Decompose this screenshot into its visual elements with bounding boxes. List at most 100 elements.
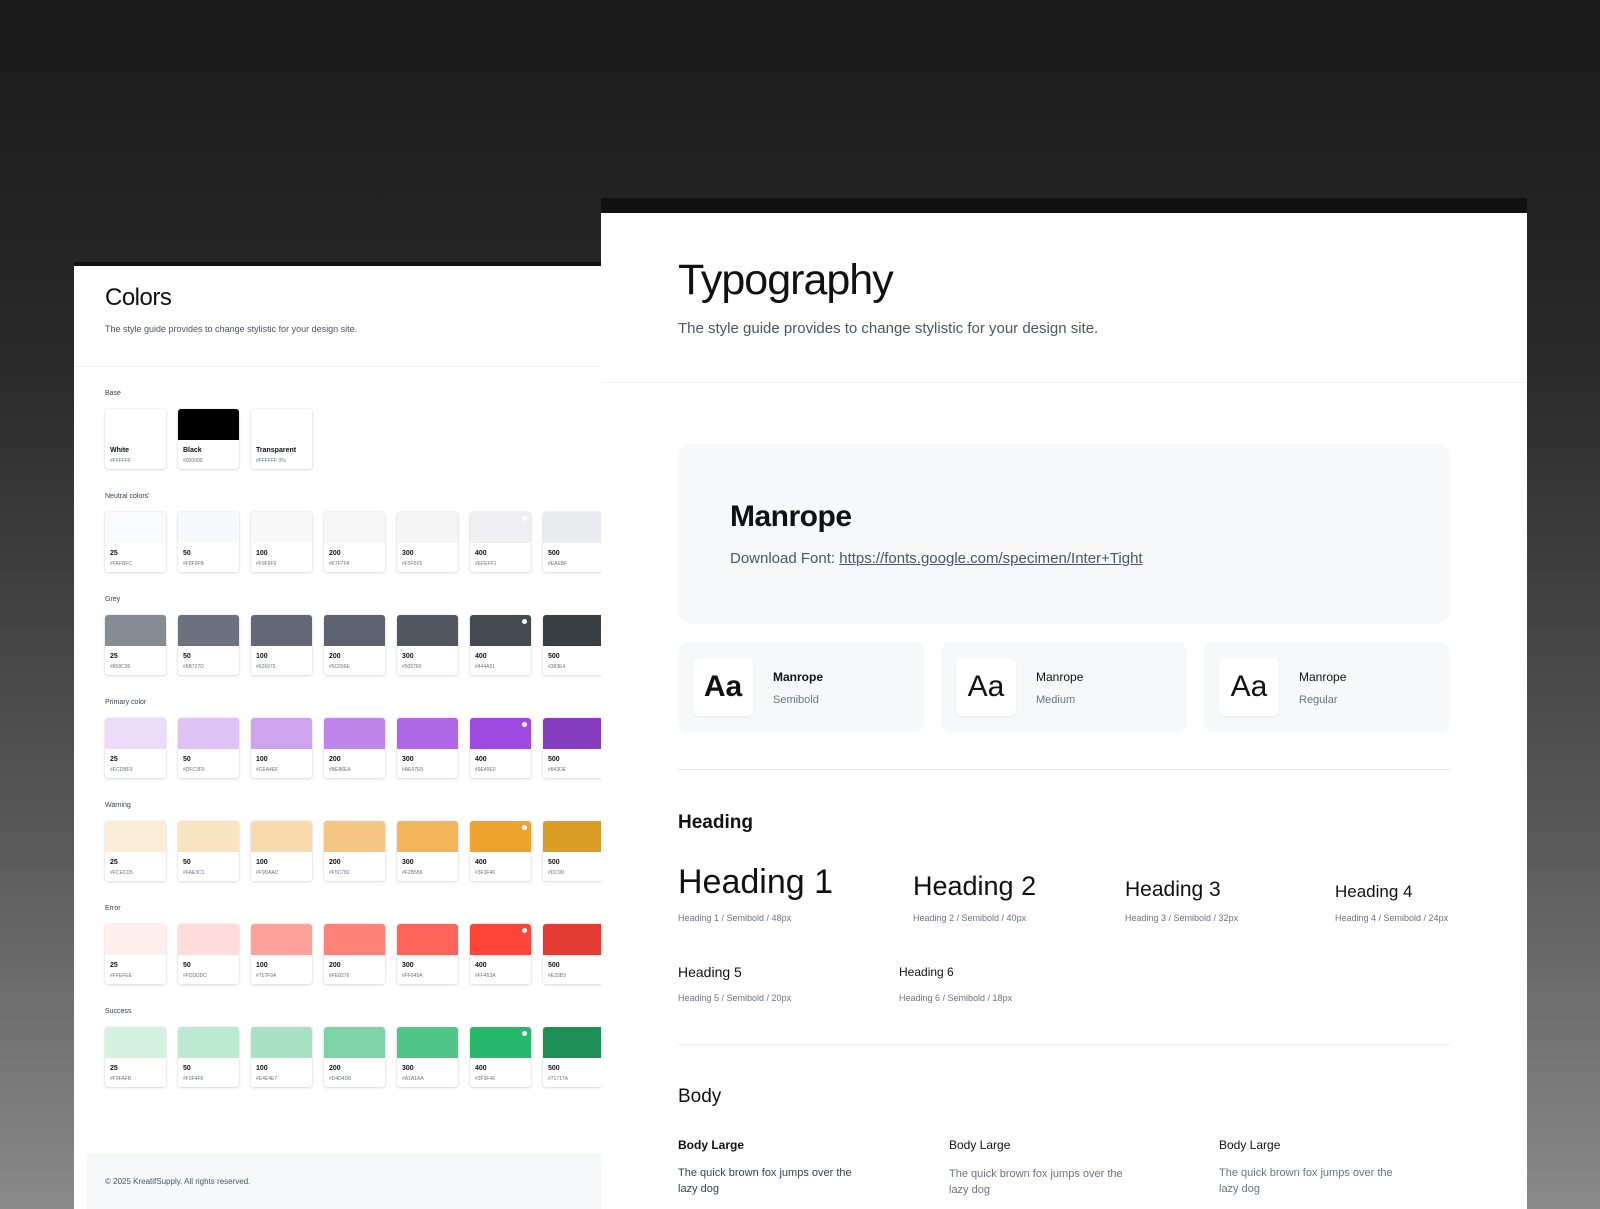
- swatch-hex: #000000: [183, 458, 203, 464]
- color-swatch[interactable]: 300 #A1A1AA: [397, 1027, 458, 1087]
- color-chip: [178, 821, 239, 852]
- color-swatch[interactable]: 50 #FAE3C1: [178, 821, 239, 881]
- color-swatch[interactable]: 100 #F9DAAC: [251, 821, 312, 881]
- color-chip: [105, 409, 166, 440]
- swatch-hex: #AE67E5: [402, 767, 424, 773]
- swatch-name: 500: [548, 1065, 560, 1072]
- color-swatch[interactable]: 400 #9E49E0: [470, 718, 531, 778]
- color-swatch[interactable]: 50 #FDDDDC: [178, 924, 239, 984]
- color-swatch[interactable]: 400 #3F3F46: [470, 821, 531, 881]
- heading-4-meta: Heading 4 / Semibold / 24px: [1335, 913, 1449, 923]
- color-swatch[interactable]: 200 #BE86EA: [324, 718, 385, 778]
- color-swatch[interactable]: 400 #FF453A: [470, 924, 531, 984]
- color-swatch[interactable]: 100 #717F9A: [251, 924, 312, 984]
- swatch-name: White: [110, 447, 130, 454]
- color-chip: [397, 615, 458, 646]
- swatch-hex: #9E49E0: [475, 767, 496, 773]
- divider: [601, 382, 1527, 383]
- color-chip: [251, 924, 312, 955]
- colors-title: Colors: [105, 284, 172, 311]
- color-swatch[interactable]: 200 #FE8276: [324, 924, 385, 984]
- swatch-hex: #FFEFEE: [110, 973, 132, 979]
- weight-card-semibold: Aa Manrope Semibold: [678, 642, 924, 732]
- heading-5-meta: Heading 5 / Semibold / 20px: [678, 993, 792, 1003]
- typography-panel-topbar: [601, 198, 1527, 213]
- color-swatch[interactable]: 400 #444A51: [470, 615, 531, 675]
- swatch-hex: #ECDBF9: [110, 767, 133, 773]
- color-chip: [178, 924, 239, 955]
- color-swatch[interactable]: 25 #F9FAFB: [105, 1027, 166, 1087]
- color-group-label: Success: [105, 1008, 132, 1015]
- color-swatch[interactable]: White #FFFFFF: [105, 409, 166, 469]
- color-swatch[interactable]: 50 #F8F9FB: [178, 512, 239, 572]
- color-chip: [397, 718, 458, 749]
- swatch-hex: #FFFFFF: [110, 458, 132, 464]
- color-swatch[interactable]: 50 #F3F4F6: [178, 1027, 239, 1087]
- color-chip: [397, 821, 458, 852]
- color-swatch[interactable]: 500 #843DE: [543, 718, 604, 778]
- color-swatch[interactable]: 500 #E33B3: [543, 924, 604, 984]
- color-swatch[interactable]: 300 #F5F5F5: [397, 512, 458, 572]
- heading-3-meta: Heading 3 / Semibold / 32px: [1125, 913, 1239, 923]
- color-chip: [251, 615, 312, 646]
- color-chip: [105, 512, 166, 543]
- color-swatch[interactable]: 500 #DC9D: [543, 821, 604, 881]
- swatch-name: 400: [475, 550, 487, 557]
- color-swatch[interactable]: 100 #E4E4E7: [251, 1027, 312, 1087]
- color-swatch[interactable]: 200 #F5C782: [324, 821, 385, 881]
- swatch-hex: #858C95: [110, 664, 131, 670]
- color-swatch[interactable]: Black #000000: [178, 409, 239, 469]
- color-swatch[interactable]: 300 #FF645A: [397, 924, 458, 984]
- swatch-hex: #FCECD5: [110, 870, 133, 876]
- color-swatch[interactable]: 500 #383E4: [543, 615, 604, 675]
- color-swatch[interactable]: 25 #858C95: [105, 615, 166, 675]
- body-large-regular-text: The quick brown fox jumps over the lazy …: [1219, 1167, 1393, 1195]
- color-swatch[interactable]: 25 #FFEFEE: [105, 924, 166, 984]
- swatch-name: 400: [475, 756, 487, 763]
- color-chip: [178, 615, 239, 646]
- color-swatch[interactable]: 200 #5C656E: [324, 615, 385, 675]
- swatch-name: 300: [402, 756, 414, 763]
- color-group-label: Grey: [105, 596, 121, 603]
- font-card: Manrope Download Font: https://fonts.goo…: [678, 444, 1450, 624]
- body-large-medium-text: The quick brown fox jumps over the lazy …: [949, 1168, 1123, 1196]
- color-swatch[interactable]: 200 #F7F7F8: [324, 512, 385, 572]
- color-swatch[interactable]: 50 #DFC3F5: [178, 718, 239, 778]
- swatch-hex: #444A51: [475, 664, 496, 670]
- color-swatch[interactable]: 500 #EAEBF: [543, 512, 604, 572]
- color-swatch[interactable]: 500 #71717A: [543, 1027, 604, 1087]
- color-swatch[interactable]: 400 #EFEFF1: [470, 512, 531, 572]
- swatch-name: 25: [110, 756, 118, 763]
- color-swatch[interactable]: 300 #F2B559: [397, 821, 458, 881]
- font-sample: Aa: [956, 658, 1016, 716]
- color-swatch[interactable]: 100 #F9F9F9: [251, 512, 312, 572]
- swatch-name: 100: [256, 756, 268, 763]
- swatch-name: 300: [402, 962, 414, 969]
- swatch-hex: #3F3F46: [475, 870, 496, 876]
- download-font-link[interactable]: https://fonts.google.com/specimen/Inter+…: [839, 550, 1142, 567]
- color-swatch[interactable]: 300 #AE67E5: [397, 718, 458, 778]
- color-chip: [251, 1027, 312, 1058]
- color-swatch[interactable]: 400 #3F3F46: [470, 1027, 531, 1087]
- swatch-name: 500: [548, 859, 560, 866]
- color-swatch[interactable]: 200 #D4D4D8: [324, 1027, 385, 1087]
- color-swatch[interactable]: 25 #ECDBF9: [105, 718, 166, 778]
- color-chip: [178, 409, 239, 440]
- color-swatch[interactable]: 25 #FAFBFC: [105, 512, 166, 572]
- heading-6-sample: Heading 6: [899, 965, 954, 979]
- swatch-name: Black: [183, 447, 202, 454]
- color-swatch[interactable]: 100 #626975: [251, 615, 312, 675]
- typography-subtitle: The style guide provides to change styli…: [678, 320, 1099, 337]
- color-chip: [178, 718, 239, 749]
- swatch-hex: #717F9A: [256, 973, 277, 979]
- color-swatch[interactable]: 100 #CEA4EF: [251, 718, 312, 778]
- heading-3-sample: Heading 3: [1125, 878, 1221, 901]
- color-swatch[interactable]: 25 #FCECD5: [105, 821, 166, 881]
- swatch-name: Transparent: [256, 447, 297, 454]
- swatch-hex: #FE8276: [329, 973, 350, 979]
- color-swatch[interactable]: Transparent #FFFFFF 0%: [251, 409, 312, 469]
- divider: [678, 769, 1450, 770]
- color-swatch[interactable]: 50 #6B727D: [178, 615, 239, 675]
- swatch-hex: #DFC3F5: [183, 767, 205, 773]
- color-swatch[interactable]: 300 #505760: [397, 615, 458, 675]
